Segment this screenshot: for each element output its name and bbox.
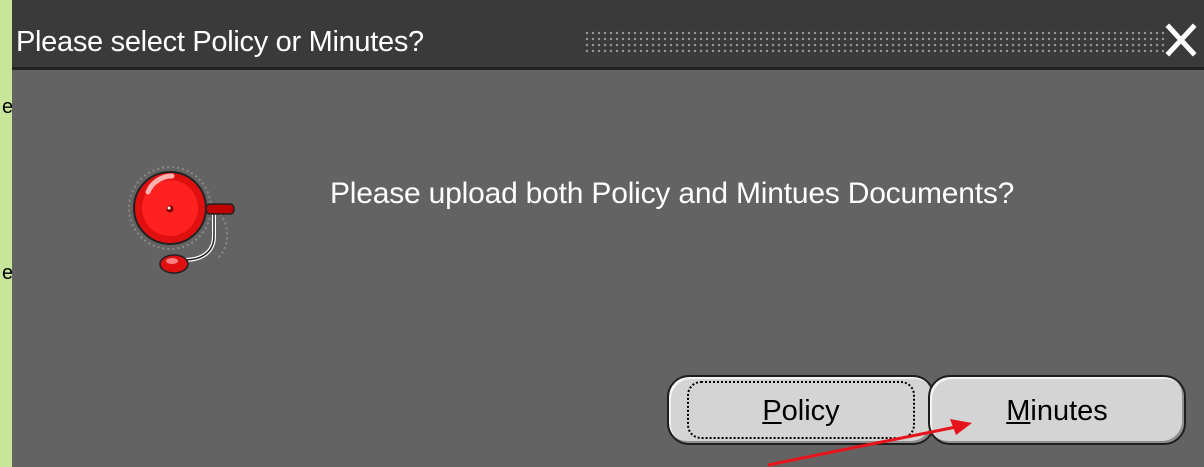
policy-button-label: Policy [762, 395, 840, 427]
screen: e e Please select Policy or Minutes? Ple… [0, 0, 1204, 467]
background-window-strip: e e [0, 0, 13, 467]
bell-icon [128, 166, 235, 274]
policy-button[interactable]: Policy [667, 375, 935, 445]
titlebar-grip-pattern [584, 30, 1168, 56]
dialog-titlebar[interactable]: Please select Policy or Minutes? [12, 0, 1204, 70]
alert-dialog: Please select Policy or Minutes? Please … [12, 0, 1204, 467]
dialog-title: Please select Policy or Minutes? [16, 26, 424, 58]
close-icon [1165, 23, 1197, 57]
close-button[interactable] [1164, 22, 1198, 58]
minutes-button-label: Minutes [1006, 395, 1108, 427]
dialog-message: Please upload both Policy and Mintues Do… [330, 177, 1015, 210]
minutes-button[interactable]: Minutes [928, 375, 1186, 445]
